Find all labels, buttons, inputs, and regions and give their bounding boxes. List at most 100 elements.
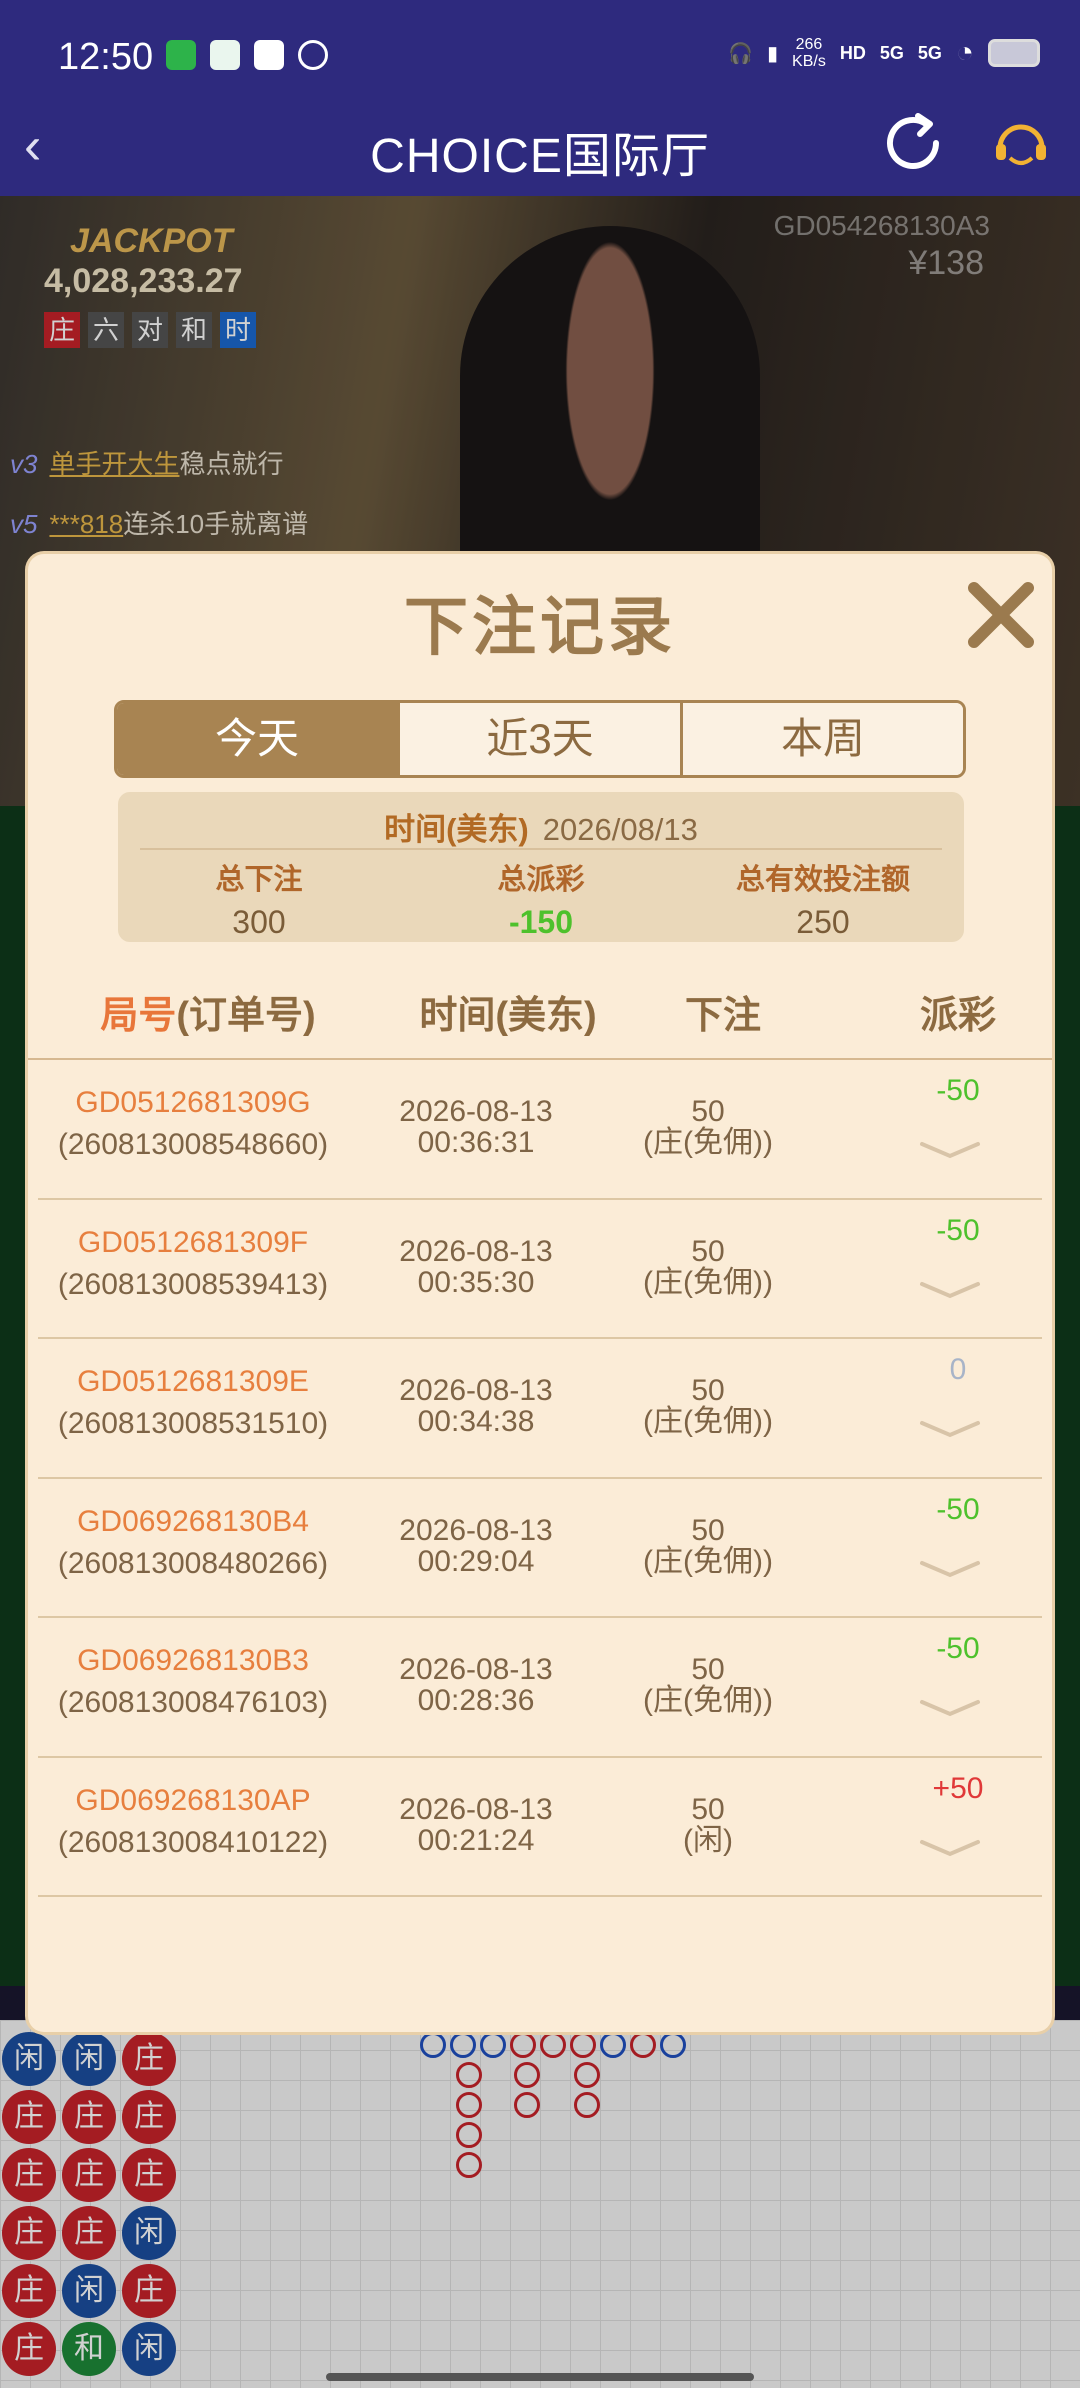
payout-value: -50 xyxy=(936,1213,980,1247)
bet-date: 2026-08-13 xyxy=(399,1234,553,1268)
chevron-down-icon[interactable] xyxy=(918,1557,982,1581)
bet-time: 00:28:36 xyxy=(417,1684,535,1717)
round-id: GD0512681309E xyxy=(77,1365,309,1398)
bet-time: 00:35:30 xyxy=(417,1265,535,1299)
chevron-down-icon[interactable] xyxy=(918,1278,982,1302)
bet-time: 00:36:31 xyxy=(417,1126,535,1159)
bet-type: (庄(免佣)) xyxy=(643,1126,773,1159)
bet-amount: 50 xyxy=(691,1513,725,1547)
payout-value: -50 xyxy=(936,1492,980,1526)
bet-record-modal: 下注记录 今天 近3天 本周 时间(美东) 2026/08/13 总下注 300 … xyxy=(28,554,1052,2032)
payout-value: -50 xyxy=(936,1074,980,1107)
tab-today[interactable]: 今天 xyxy=(117,703,397,775)
home-indicator[interactable] xyxy=(326,2373,754,2381)
order-id: (260813008476103) xyxy=(57,1686,329,1719)
bet-amount: 50 xyxy=(691,1234,725,1268)
bet-cell: 50 (庄(免佣)) xyxy=(618,1096,798,1158)
customer-service-icon[interactable] xyxy=(990,114,1052,176)
notification-icons xyxy=(166,40,328,70)
bet-date: 2026-08-13 xyxy=(399,1792,553,1826)
summary-date: 时间(美东) 2026/08/13 xyxy=(384,812,698,847)
bank-app-icon xyxy=(210,40,240,70)
round-cell: GD0512681309G (260813008548660) xyxy=(38,1086,348,1162)
bet-date: 2026-08-13 xyxy=(399,1653,553,1686)
map-app-icon xyxy=(254,40,284,70)
payout-value: 0 xyxy=(949,1353,967,1386)
bet-time: 00:29:04 xyxy=(417,1544,535,1578)
divider xyxy=(140,848,942,850)
total-payout: 总派彩 -150 xyxy=(497,864,585,940)
chevron-down-icon[interactable] xyxy=(918,1696,982,1720)
date-range-tabs: 今天 近3天 本周 xyxy=(114,700,966,778)
tab-this-week[interactable]: 本周 xyxy=(680,703,963,775)
round-cell: GD069268130AP (260813008410122) xyxy=(38,1784,348,1860)
bet-cell: 50 (闲) xyxy=(618,1794,798,1856)
bet-amount: 50 xyxy=(691,1792,725,1826)
battery-icon xyxy=(988,39,1040,67)
hd-badge: HD xyxy=(839,42,866,63)
column-header-time: 时间(美东) xyxy=(419,995,597,1037)
modal-title: 下注记录 xyxy=(404,591,676,663)
round-id: GD0512681309F xyxy=(77,1225,309,1259)
bet-type: (庄(免佣)) xyxy=(643,1544,773,1578)
order-id: (260813008410122) xyxy=(57,1825,329,1859)
bet-type: (庄(免佣)) xyxy=(643,1405,773,1438)
bet-date: 2026-08-13 xyxy=(399,1513,553,1547)
total-bet: 总下注 300 xyxy=(215,864,303,940)
round-id: GD069268130AP xyxy=(75,1783,311,1817)
wifi-icon: ◔ xyxy=(955,36,974,69)
bet-cell: 50 (庄(免佣)) xyxy=(618,1515,798,1577)
round-cell: GD0512681309F (260813008539413) xyxy=(38,1226,348,1302)
net-speed: 266 KB/s xyxy=(792,36,826,70)
table-row[interactable]: GD0512681309G (260813008548660) 2026-08-13… xyxy=(38,1060,1042,1200)
chevron-down-icon[interactable] xyxy=(918,1138,982,1162)
time-cell: 2026-08-13 00:36:31 xyxy=(376,1096,576,1158)
bet-record-list: GD0512681309G (260813008548660) 2026-08-13… xyxy=(38,1060,1042,1897)
bet-time: 00:21:24 xyxy=(417,1823,535,1857)
column-header-bet: 下注 xyxy=(684,995,761,1037)
order-id: (260813008539413) xyxy=(57,1267,329,1301)
app-header: ‹ CHOICE国际厅 xyxy=(0,100,1080,196)
vibrate-icon: ▮ xyxy=(767,42,779,65)
round-cell: GD0512681309E (260813008531510) xyxy=(38,1365,348,1441)
signal-icon-2: 5G xyxy=(917,42,942,63)
status-bar: 12:50 🎧 ▮ 266 KB/s HD 5G 5G ◔ xyxy=(0,0,1080,100)
bet-cell: 50 (庄(免佣)) xyxy=(618,1375,798,1437)
column-header-round: 局号(订单号) xyxy=(100,995,316,1037)
order-id: (260813008480266) xyxy=(57,1546,329,1580)
status-indicators: 🎧 ▮ 266 KB/s HD 5G 5G ◔ xyxy=(728,36,1040,70)
table-row[interactable]: GD069268130B3 (260813008476103) 2026-08-13… xyxy=(38,1618,1042,1758)
bet-time: 00:34:38 xyxy=(417,1405,535,1438)
chevron-down-icon[interactable] xyxy=(918,1417,982,1441)
tab-last-3-days[interactable]: 近3天 xyxy=(397,703,680,775)
bet-date: 2026-08-13 xyxy=(399,1374,553,1407)
bet-type: (庄(免佣)) xyxy=(643,1265,773,1299)
bet-date: 2026-08-13 xyxy=(399,1095,553,1128)
link-app-icon xyxy=(298,40,328,70)
column-header-payout: 派彩 xyxy=(919,995,996,1037)
table-row[interactable]: GD0512681309F (260813008539413) 2026-08-13… xyxy=(38,1200,1042,1339)
headphone-icon: 🎧 xyxy=(728,42,754,65)
wechat-icon xyxy=(166,40,196,70)
refresh-icon[interactable] xyxy=(878,108,948,178)
bet-amount: 50 xyxy=(691,1095,725,1128)
bet-amount: 50 xyxy=(691,1653,725,1686)
time-cell: 2026-08-13 00:34:38 xyxy=(376,1375,576,1437)
round-id: GD069268130B3 xyxy=(77,1644,309,1677)
bet-summary: 时间(美东) 2026/08/13 总下注 300 总派彩 -150 总有效投注额… xyxy=(118,792,964,942)
bet-amount: 50 xyxy=(691,1374,725,1407)
time-cell: 2026-08-13 00:35:30 xyxy=(376,1236,576,1298)
status-time: 12:50 xyxy=(58,36,154,78)
table-row[interactable]: GD0512681309E (260813008531510) 2026-08-13… xyxy=(38,1339,1042,1479)
signal-icon-1: 5G xyxy=(879,42,904,63)
order-id: (260813008548660) xyxy=(57,1128,329,1161)
bet-type: (闲) xyxy=(683,1823,733,1857)
table-row[interactable]: GD069268130B4 (260813008480266) 2026-08-13… xyxy=(38,1479,1042,1618)
round-id: GD069268130B4 xyxy=(77,1504,309,1538)
payout-value: -50 xyxy=(936,1632,980,1665)
bet-type: (庄(免佣)) xyxy=(643,1684,773,1717)
close-icon[interactable] xyxy=(962,576,1040,654)
table-row[interactable]: GD069268130AP (260813008410122) 2026-08-13… xyxy=(38,1758,1042,1897)
bet-cell: 50 (庄(免佣)) xyxy=(618,1236,798,1298)
chevron-down-icon[interactable] xyxy=(918,1836,982,1860)
